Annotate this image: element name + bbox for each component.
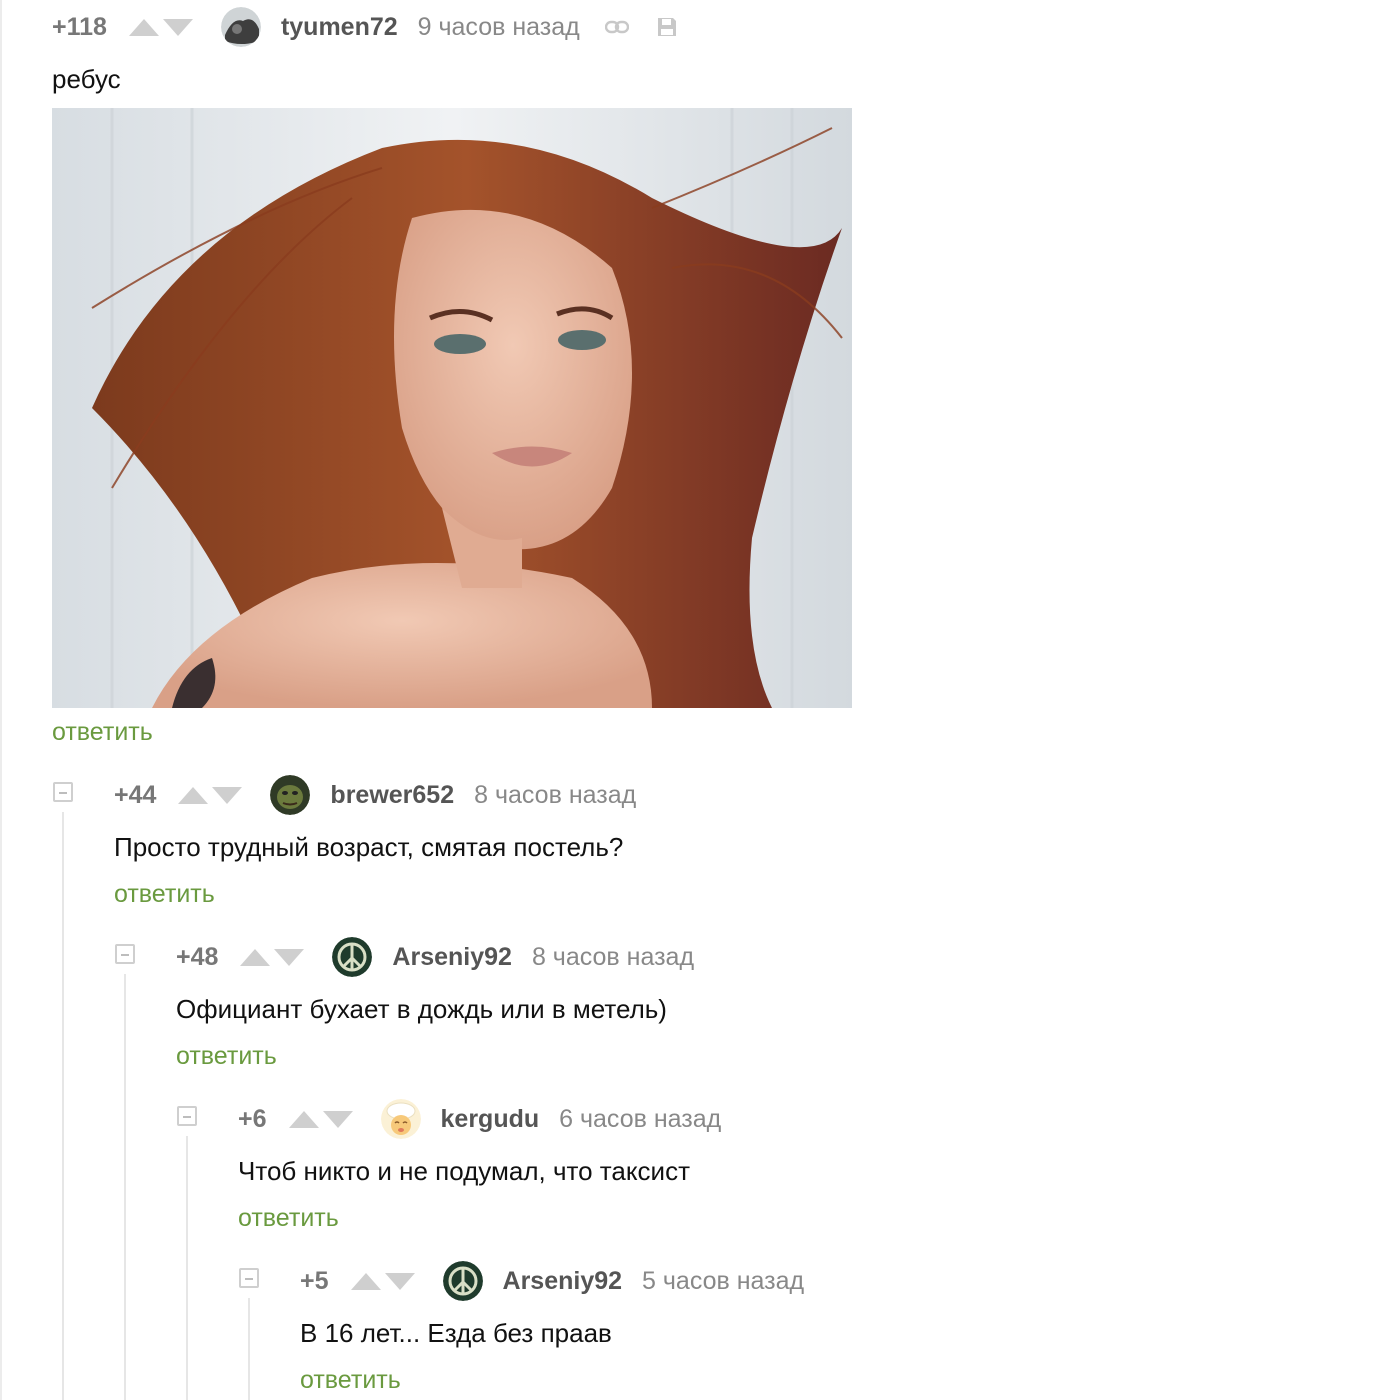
collapse-button[interactable] (115, 944, 135, 964)
collapse-button[interactable] (53, 782, 73, 802)
comment-header: +44 brewer652 8 часов назад (114, 775, 636, 815)
page-edge (0, 0, 2, 1400)
vote-down-icon[interactable] (162, 18, 193, 36)
timestamp[interactable]: 9 часов назад (418, 13, 580, 42)
comment-header: +48 Arseniy92 8 часов назад (176, 937, 694, 977)
vote-down-icon[interactable] (212, 786, 243, 804)
vote-up-icon[interactable] (288, 1110, 319, 1128)
vote-up-icon[interactable] (350, 1272, 381, 1290)
comment-header: +5 Arseniy92 5 часов назад (300, 1261, 804, 1301)
reply-link[interactable]: ответить (238, 1204, 339, 1233)
reply-link[interactable]: ответить (300, 1366, 401, 1395)
link-icon[interactable] (604, 14, 630, 40)
vote-down-icon[interactable] (322, 1110, 353, 1128)
collapse-button[interactable] (177, 1106, 197, 1126)
thread-line[interactable] (248, 1298, 250, 1400)
rating: +118 (52, 12, 107, 41)
rating: +5 (300, 1266, 329, 1295)
avatar[interactable] (270, 775, 311, 815)
reply-link[interactable]: ответить (176, 1042, 277, 1071)
username[interactable]: kergudu (441, 1105, 540, 1134)
vote-controls (178, 786, 243, 804)
vote-down-icon[interactable] (384, 1272, 415, 1290)
avatar[interactable] (380, 1099, 421, 1139)
username[interactable]: brewer652 (330, 781, 454, 810)
vote-up-icon[interactable] (178, 786, 209, 804)
username[interactable]: Arseniy92 (392, 943, 512, 972)
vote-down-icon[interactable] (274, 948, 305, 966)
reply-link[interactable]: ответить (52, 718, 153, 747)
rating: +6 (238, 1104, 267, 1133)
username[interactable]: tyumen72 (281, 13, 398, 42)
root-comment-header: +118 tyumen72 9 часов назад (52, 7, 680, 47)
rating: +48 (176, 942, 219, 971)
vote-controls (350, 1272, 415, 1290)
avatar[interactable] (332, 937, 373, 977)
comment-text: Просто трудный возраст, смятая постель? (114, 832, 624, 862)
floppy-disk-icon[interactable] (654, 14, 680, 40)
comment-header: +6 kergudu 6 часов назад (238, 1099, 721, 1139)
vote-up-icon[interactable] (128, 18, 159, 36)
timestamp[interactable]: 5 часов назад (642, 1267, 804, 1296)
comment-text: В 16 лет... Езда без праав (300, 1318, 612, 1348)
timestamp[interactable]: 6 часов назад (559, 1105, 721, 1134)
vote-controls (240, 948, 305, 966)
vote-controls (288, 1110, 353, 1128)
avatar[interactable] (220, 7, 261, 47)
username[interactable]: Arseniy92 (503, 1267, 623, 1296)
avatar[interactable] (442, 1261, 483, 1301)
timestamp[interactable]: 8 часов назад (474, 781, 636, 810)
collapse-button[interactable] (239, 1268, 259, 1288)
timestamp[interactable]: 8 часов назад (532, 943, 694, 972)
reply-link[interactable]: ответить (114, 880, 215, 909)
thread-line[interactable] (124, 974, 126, 1400)
vote-up-icon[interactable] (240, 948, 271, 966)
rating: +44 (114, 780, 157, 809)
comment-text: Чтоб никто и не подумал, что таксист (238, 1156, 690, 1186)
post-image[interactable] (52, 108, 852, 708)
comment-text: Официант бухает в дождь или в метель) (176, 994, 667, 1024)
thread-line[interactable] (186, 1136, 188, 1400)
comment-text: ребус (52, 64, 121, 94)
thread-line[interactable] (62, 812, 64, 1400)
vote-controls (128, 18, 193, 36)
